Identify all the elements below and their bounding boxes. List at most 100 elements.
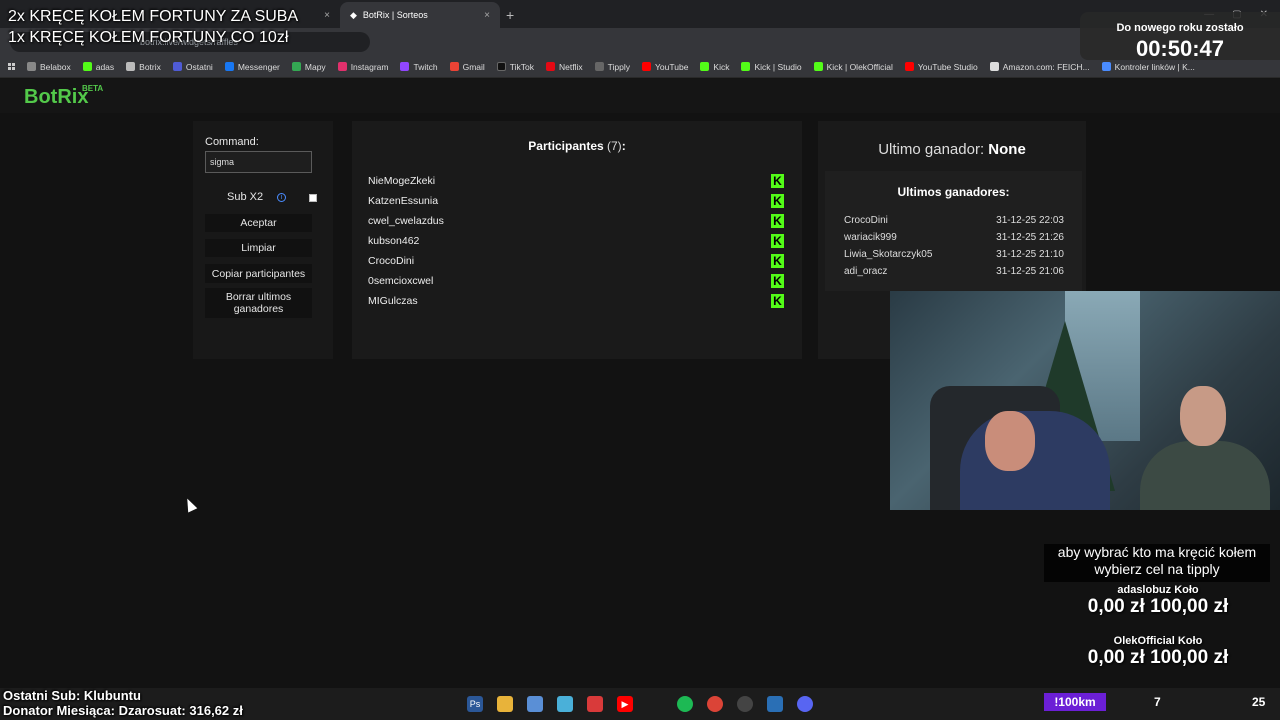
bookmark-item[interactable]: Kick | Studio (741, 62, 802, 72)
bookmark-item[interactable]: Kick (700, 62, 729, 72)
bookmark-item[interactable]: Belabox (27, 62, 71, 72)
youtube-icon[interactable]: ▶ (617, 696, 633, 712)
participants-title: Participantes (7): (528, 139, 626, 153)
close-icon[interactable]: × (324, 10, 330, 21)
list-item: CrocoDini K (352, 251, 802, 271)
chrome-icon[interactable] (707, 696, 723, 712)
countdown-time: 00:50:47 (1135, 36, 1225, 61)
bookmark-item[interactable]: TikTok (496, 62, 534, 72)
bookmark-item[interactable]: Botrix (126, 62, 161, 72)
folder-icon[interactable] (497, 696, 513, 712)
bookmark-item[interactable]: Kick | OlekOfficial (813, 62, 893, 72)
command-label: Command: (205, 136, 259, 148)
kick-icon (813, 62, 823, 71)
list-item: KatzenEssunia K (352, 191, 802, 211)
participants-panel: Participantes (7): NieMogeZkeki K KatzenE… (352, 121, 802, 359)
webcam-person (960, 411, 1110, 510)
tab-botrix-sorteos[interactable]: ◆ BotRix | Sorteos × (340, 2, 500, 28)
kick-icon: K (771, 294, 784, 308)
app-icon[interactable] (587, 696, 603, 712)
link-icon (1101, 62, 1111, 71)
recent-winners-title: Ultimos ganadores: (897, 185, 1010, 199)
spotify-icon[interactable] (677, 696, 693, 712)
list-item: MIGulczas K (352, 291, 802, 311)
botrix-logo[interactable]: BotRix BETA (24, 84, 103, 109)
bookmark-item[interactable]: Ostatni (172, 62, 213, 72)
bookmark-item[interactable]: Amazon.com: FEICH... (989, 62, 1090, 72)
goal-name: OlekOfficial Koło (1113, 635, 1203, 647)
kick-icon: K (771, 214, 784, 228)
kick-icon: K (771, 234, 784, 248)
photoshop-icon[interactable]: Ps (467, 696, 483, 712)
kick-icon: K (771, 194, 784, 208)
bookmark-item[interactable]: Gmail (449, 62, 485, 72)
bookmark-item[interactable]: Tipply (594, 62, 630, 72)
countdown-label: Do nowego roku zostało (1116, 22, 1244, 34)
bookmark-item[interactable]: Instagram (337, 62, 388, 72)
app-icon[interactable] (527, 696, 543, 712)
info-icon[interactable]: i (277, 192, 287, 202)
table-row: Liwia_Skotarczyk05 31-12-25 21:10 (844, 249, 1064, 260)
kick-icon (741, 62, 751, 71)
botrix-icon (126, 62, 136, 71)
bookmark-item[interactable]: Netflix (546, 62, 583, 72)
goal-name: adaslobuz Koło (1117, 584, 1199, 596)
kick-icon (700, 62, 710, 71)
delete-winners-button[interactable]: Borrar ultimos ganadores (205, 288, 312, 318)
list-item: cwel_cwelazdus K (352, 211, 802, 231)
notepad-icon[interactable] (557, 696, 573, 712)
webcam-person-head (1180, 386, 1226, 446)
list-item: 0semcioxcwel K (352, 271, 802, 291)
goal-widget: OlekOfficial Koło 0,00 zł 100,00 zł (1040, 635, 1276, 669)
new-tab-button[interactable]: + (506, 2, 514, 28)
sub-x2-label: Sub X2 (227, 191, 264, 203)
last-winner-value: None (988, 141, 1026, 158)
overlay-line: 2x KRĘCĘ KOŁEM FORTUNY ZA SUBA (8, 8, 299, 25)
apps-grid-icon[interactable] (8, 63, 15, 70)
bookmark-item[interactable]: Mapy (291, 62, 326, 72)
copy-participants-button[interactable]: Copiar participantes (205, 264, 312, 283)
bookmark-item[interactable]: YouTube Studio (904, 62, 978, 72)
obs-icon[interactable] (737, 696, 753, 712)
table-row: wariacik999 31-12-25 21:26 (844, 232, 1064, 243)
kick-icon (82, 62, 92, 71)
overlay-line: 1x KRĘCĘ KOŁEM FORTUNY CO 10zł (8, 29, 289, 46)
site-header: BotRix BETA (0, 79, 1280, 113)
last-sub: Ostatni Sub: Klubuntu (3, 688, 141, 703)
bookmark-item[interactable]: Twitch (400, 62, 438, 72)
recent-winners-box: Ultimos ganadores: CrocoDini 31-12-25 22:… (825, 171, 1082, 291)
bookmark-icon (172, 62, 182, 71)
bookmark-item[interactable]: YouTube (642, 62, 688, 72)
bookmark-item[interactable]: adas (82, 62, 114, 72)
bookmark-item[interactable]: Kontroler linków | K... (1101, 62, 1195, 72)
list-item: NieMogeZkeki K (352, 171, 802, 191)
participants-count: (7) (607, 139, 622, 153)
app-icon[interactable] (647, 696, 663, 712)
netflix-icon (546, 62, 556, 71)
table-row: adi_oracz 31-12-25 21:06 (844, 266, 1064, 277)
amazon-icon (989, 62, 999, 71)
close-icon[interactable]: × (484, 10, 490, 21)
botrix-favicon-icon: ◆ (350, 9, 357, 20)
participants-list: NieMogeZkeki K KatzenEssunia K cwel_cwelaz… (352, 171, 802, 311)
gmail-icon (449, 62, 459, 71)
tiktok-icon (496, 62, 506, 71)
app-icon[interactable] (767, 696, 783, 712)
goal-values: 0,00 zł 100,00 zł (1087, 647, 1229, 668)
sub-x2-checkbox[interactable] (309, 194, 317, 202)
stream-overlay-top: 2x KRĘCĘ KOŁEM FORTUNY ZA SUBA 1x KRĘCĘ … (0, 6, 298, 48)
command-input[interactable] (205, 151, 312, 173)
discord-icon[interactable] (797, 696, 813, 712)
countdown-widget: Do nowego roku zostało 00:50:47 (1080, 12, 1280, 61)
table-row: CrocoDini 31-12-25 22:03 (844, 215, 1064, 226)
kick-icon: K (771, 274, 784, 288)
bookmark-icon (27, 62, 36, 71)
command-tag: !100km (1044, 693, 1106, 711)
bookmark-item[interactable]: Messenger (224, 62, 280, 72)
webcam-feed (890, 291, 1280, 510)
webcam-person-head (985, 411, 1035, 471)
accept-button[interactable]: Aceptar (205, 214, 312, 232)
clear-button[interactable]: Limpiar (205, 239, 312, 257)
stream-overlay-bottom: Ostatni Sub: Klubuntu Donator Miesiąca: … (3, 688, 243, 718)
goal-widget: adaslobuz Koło 0,00 zł 100,00 zł (1040, 584, 1276, 618)
